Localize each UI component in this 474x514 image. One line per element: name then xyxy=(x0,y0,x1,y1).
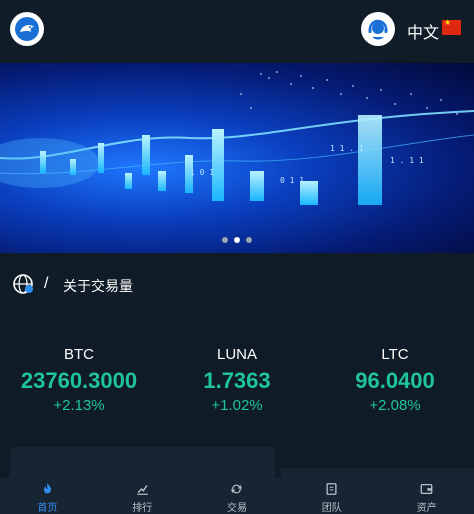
ticker-price: 23760.3000 xyxy=(20,368,138,393)
ticker-price: 1.7363 xyxy=(203,368,271,393)
dolphin-logo-icon[interactable] xyxy=(10,12,44,46)
team-icon xyxy=(326,483,337,495)
app-root: 中文 ★ 1 0 1 1 1 . 1 1 . 1 1 0 1 1 / 关于交易量… xyxy=(0,0,474,514)
exchange-icon xyxy=(231,484,243,494)
nav-label: 首页 xyxy=(37,503,58,514)
ticker-change: +2.13% xyxy=(53,397,105,414)
customer-service-icon[interactable] xyxy=(361,12,395,46)
svg-text:1 . 1 1: 1 . 1 1 xyxy=(390,156,424,165)
nav-label: 团队 xyxy=(321,503,342,514)
ticker-change: +2.08% xyxy=(369,397,421,414)
nav-item-trade[interactable]: 交易 xyxy=(190,478,285,514)
nav-item-assets[interactable]: 资产 xyxy=(379,478,474,514)
ticker-ltc[interactable]: LTC 96.0400 +2.08% xyxy=(316,346,474,414)
banner-dot-2[interactable] xyxy=(234,237,240,243)
svg-text:0 1 1: 0 1 1 xyxy=(280,176,304,185)
nav-label: 排行 xyxy=(132,503,153,514)
ticker-change: +1.02% xyxy=(211,397,263,414)
flame-icon xyxy=(43,482,51,494)
svg-text:1 0 1: 1 0 1 xyxy=(190,168,214,177)
ticker-symbol: LUNA xyxy=(216,346,257,363)
globe-icon xyxy=(13,274,33,294)
language-selector[interactable]: 中文 xyxy=(407,19,439,43)
promo-banner[interactable]: 1 0 1 1 1 . 1 1 . 1 1 0 1 1 xyxy=(0,63,474,253)
notice-text[interactable]: 关于交易量 xyxy=(63,276,133,296)
ticker-btc[interactable]: BTC 23760.3000 +2.13% xyxy=(0,346,158,414)
top-header: 中文 ★ xyxy=(0,0,474,60)
bottom-nav: 首页 排行 交易 团队 资产 xyxy=(0,478,474,514)
china-flag-icon[interactable]: ★ xyxy=(442,18,461,35)
ticker-price: 96.0400 xyxy=(355,368,435,393)
ticker-symbol: LTC xyxy=(381,346,409,363)
ticker-symbol: BTC xyxy=(64,346,94,363)
banner-dot-1[interactable] xyxy=(222,237,228,243)
nav-label: 资产 xyxy=(416,503,437,514)
wallet-icon xyxy=(420,483,433,495)
svg-text:1 1 . 1: 1 1 . 1 xyxy=(330,144,364,153)
nav-item-team[interactable]: 团队 xyxy=(284,478,379,514)
banner-dot-3[interactable] xyxy=(246,237,252,243)
banner-pagination xyxy=(0,237,474,247)
nav-item-home[interactable]: 首页 xyxy=(0,478,95,514)
notice-separator: / xyxy=(44,275,49,292)
nav-item-ranking[interactable]: 排行 xyxy=(95,478,190,514)
nav-label: 交易 xyxy=(226,503,247,514)
ticker-luna[interactable]: LUNA 1.7363 +1.02% xyxy=(158,346,316,414)
ranking-icon xyxy=(136,485,148,495)
